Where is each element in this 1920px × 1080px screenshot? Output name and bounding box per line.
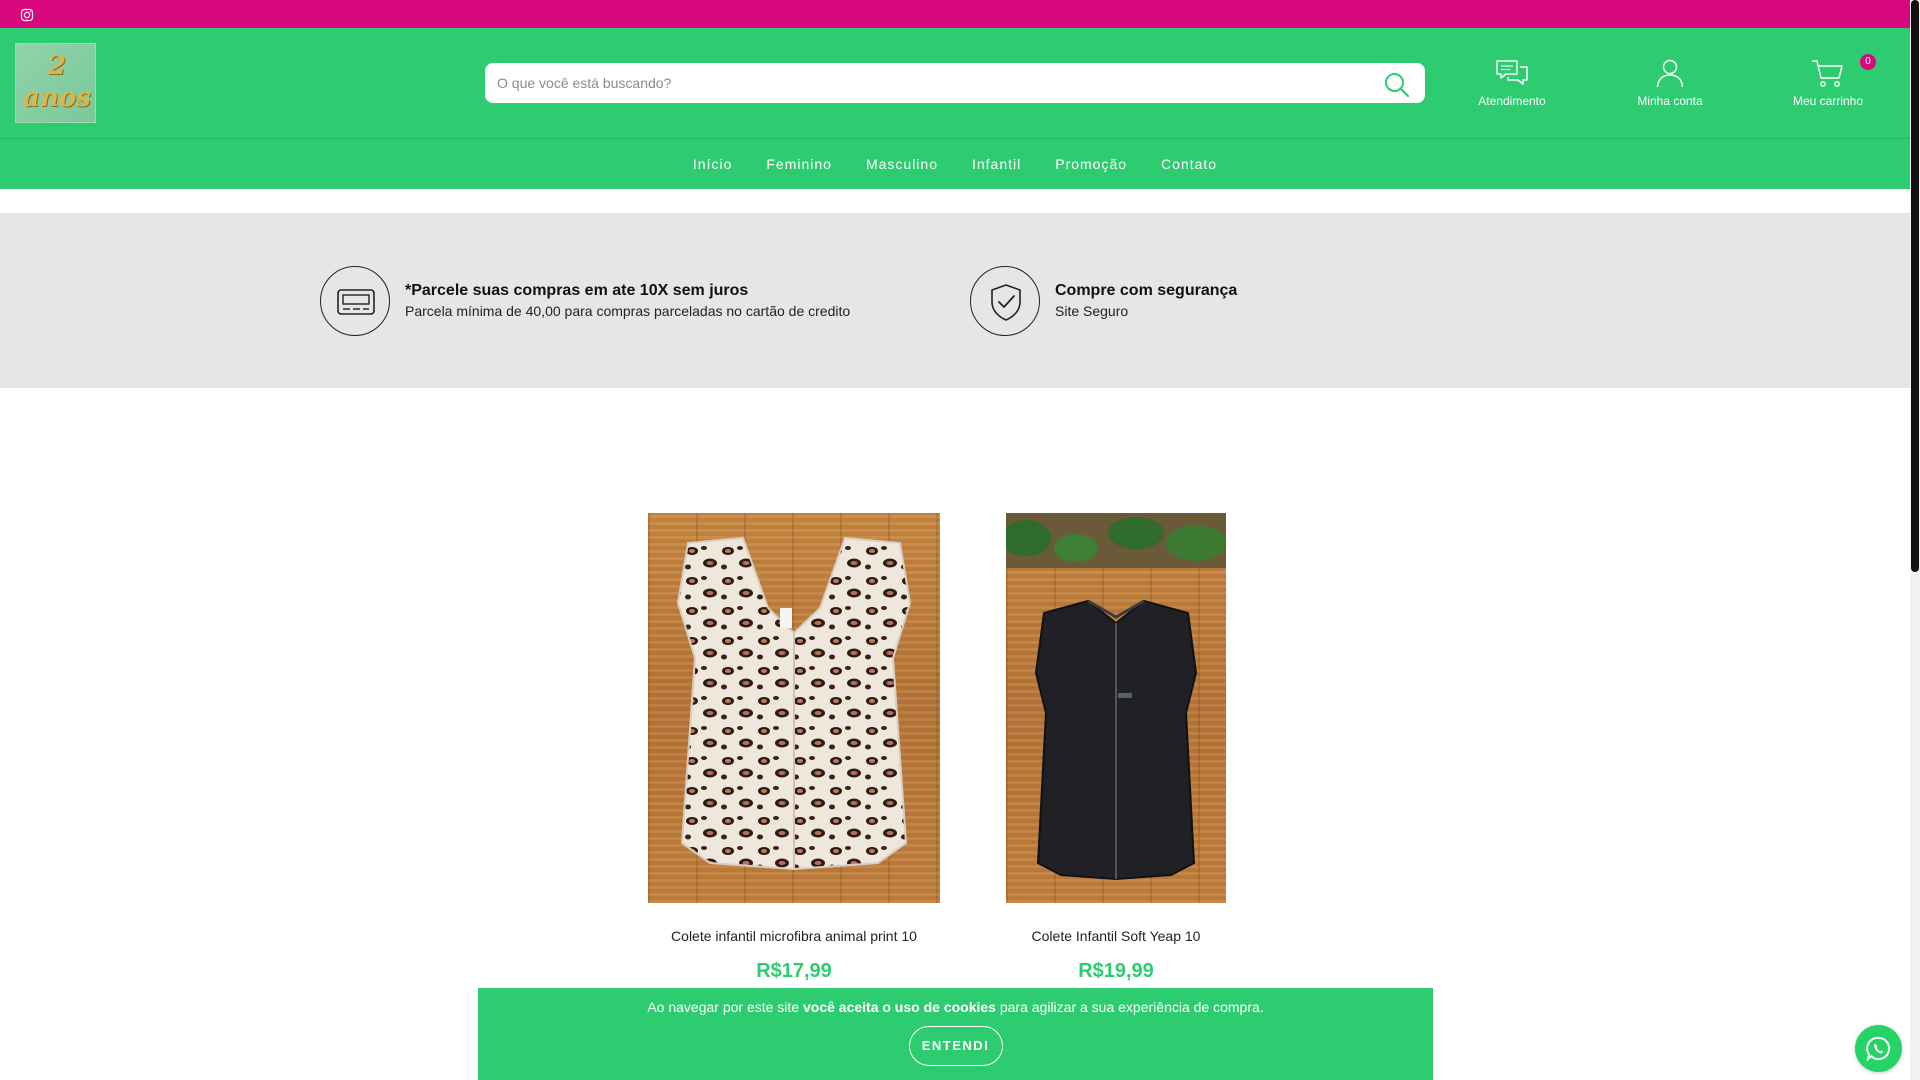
installments-circle xyxy=(320,266,390,336)
product-price: R$17,99 xyxy=(756,960,832,982)
leopard-vest-image xyxy=(676,536,912,871)
user-icon xyxy=(1656,59,1684,88)
product-card[interactable]: Colete Infantil Soft Yeap 10 R$19,99 xyxy=(986,513,1246,983)
product-price: R$19,99 xyxy=(1078,960,1154,982)
product-card[interactable]: Colete infantil microfibra animal print … xyxy=(648,513,940,983)
product-name[interactable]: Colete infantil microfibra animal print … xyxy=(648,928,940,944)
logo-text: 2 anos xyxy=(22,50,92,114)
my-account-button[interactable]: Minha conta xyxy=(1610,58,1730,108)
black-vest-image xyxy=(1006,513,1226,881)
product-image[interactable] xyxy=(648,513,940,903)
security-title: Compre com segurança xyxy=(1055,282,1238,299)
benefits-band: *Parcele suas compras em ate 10X sem jur… xyxy=(0,213,1910,388)
nav-item-feminino[interactable]: Feminino xyxy=(749,156,849,172)
security-benefit: Compre com segurança Site Seguro xyxy=(970,266,1370,338)
accept-cookies-button[interactable]: ENTENDI xyxy=(908,1026,1003,1066)
cart-label: Meu carrinho xyxy=(1792,94,1864,108)
credit-card-icon xyxy=(337,289,375,315)
shopping-cart-icon xyxy=(1812,60,1843,87)
customer-service-button[interactable]: Atendimento xyxy=(1452,58,1572,108)
nav-item-masculino[interactable]: Masculino xyxy=(849,156,955,172)
security-circle xyxy=(970,266,1040,336)
security-subtitle: Site Seguro xyxy=(1055,303,1129,319)
logo-line-2: anos xyxy=(23,83,91,113)
search-input[interactable] xyxy=(485,63,1365,103)
product-name[interactable]: Colete Infantil Soft Yeap 10 xyxy=(986,928,1246,944)
installments-subtitle: Parcela mínima de 40,00 para compras par… xyxy=(405,303,851,319)
nav-item-contato[interactable]: Contato xyxy=(1144,156,1234,172)
installments-title: *Parcele suas compras em ate 10X sem jur… xyxy=(405,282,749,299)
installments-benefit: *Parcele suas compras em ate 10X sem jur… xyxy=(320,266,920,338)
store-logo[interactable]: 2 anos xyxy=(15,43,96,123)
cart-count-badge: 0 xyxy=(1860,54,1876,70)
chat-bubbles-icon xyxy=(1496,60,1528,85)
logo-line-1: 2 xyxy=(47,51,67,81)
cookie-message: Ao navegar por este site você aceita o u… xyxy=(478,999,1433,1015)
cookie-text-bold: você aceita o uso de cookies xyxy=(802,999,996,1015)
customer-service-label: Atendimento xyxy=(1478,94,1546,108)
top-bar xyxy=(0,0,1910,28)
main-nav: Início Feminino Masculino Infantil Promo… xyxy=(0,139,1910,189)
whatsapp-icon xyxy=(1866,1036,1891,1061)
page-scrollbar[interactable] xyxy=(1910,0,1920,1080)
site-header: 2 anos Atendimento xyxy=(0,28,1910,138)
cookie-text-after: para agilizar a sua experiência de compr… xyxy=(995,999,1264,1015)
page: 2 anos Atendimento xyxy=(0,0,1920,1080)
product-image[interactable] xyxy=(1006,513,1226,903)
cookie-banner: Ao navegar por este site você aceita o u… xyxy=(478,988,1433,1080)
search-icon[interactable] xyxy=(1383,71,1411,99)
nav-list: Início Feminino Masculino Infantil Promo… xyxy=(0,139,1910,189)
instagram-icon[interactable] xyxy=(20,8,34,22)
nav-item-inicio[interactable]: Início xyxy=(676,156,749,172)
shield-check-icon xyxy=(991,284,1021,321)
nav-item-infantil[interactable]: Infantil xyxy=(955,156,1038,172)
cookie-text-before: Ao navegar por este site xyxy=(647,999,803,1015)
scrollbar-thumb[interactable] xyxy=(1911,0,1919,572)
whatsapp-button[interactable] xyxy=(1855,1025,1902,1072)
nav-item-promocao[interactable]: Promoção xyxy=(1038,156,1144,172)
my-account-label: Minha conta xyxy=(1637,94,1703,108)
search-bar xyxy=(485,63,1425,103)
